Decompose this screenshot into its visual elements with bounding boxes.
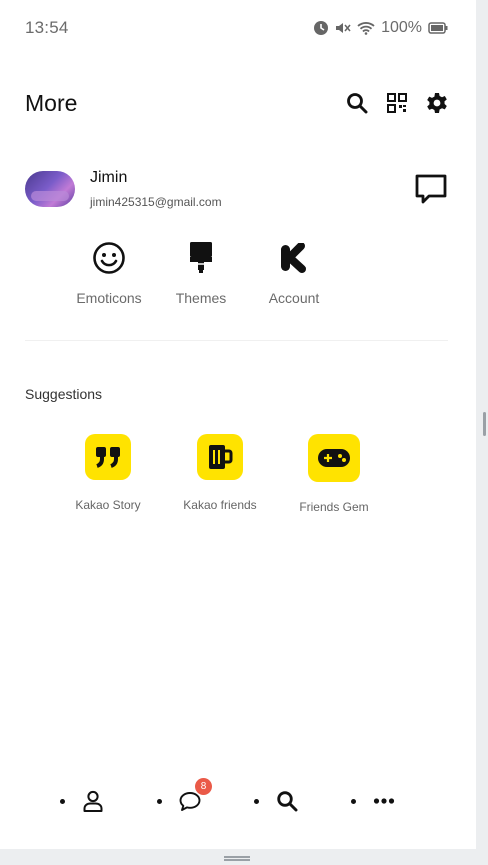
suggestion-label: Kakao friends (183, 498, 257, 512)
unread-badge: 8 (195, 778, 212, 795)
search-icon (275, 789, 299, 813)
suggestion-friends-gem[interactable]: Friends Gem (294, 434, 374, 514)
more-icon (372, 789, 396, 813)
status-time: 13:54 (25, 18, 69, 37)
suggestions-list: Kakao Story Kakao friends Friends Gem (70, 434, 374, 514)
profile-card[interactable]: Jimin jimin425315@gmail.com (25, 164, 448, 214)
chat-bubble-icon[interactable] (414, 172, 448, 206)
smiley-icon (89, 238, 129, 278)
quote-icon (85, 434, 131, 480)
status-icons: 100% (313, 19, 448, 37)
nav-dot (351, 798, 356, 804)
rail-handle[interactable] (483, 412, 486, 436)
gamepad-icon (308, 434, 360, 482)
mug-icon (197, 434, 243, 480)
nav-dot (254, 798, 259, 804)
bottom-bar (0, 849, 488, 865)
header: More (25, 86, 448, 120)
suggestion-label: Kakao Story (75, 498, 141, 512)
qr-code-icon[interactable] (386, 92, 408, 114)
quick-link-label: Themes (175, 290, 227, 306)
side-rail (476, 0, 488, 865)
nav-more[interactable] (351, 789, 448, 813)
page-title: More (25, 89, 78, 116)
suggestion-kakao-friends[interactable]: Kakao friends (146, 434, 294, 514)
suggestion-kakao-story[interactable]: Kakao Story (70, 434, 146, 514)
suggestions-title: Suggestions (25, 386, 103, 402)
header-actions (346, 92, 448, 114)
mute-icon (336, 23, 351, 33)
battery-percent: 100% (381, 19, 422, 36)
quick-link-emoticons[interactable]: Emoticons (60, 238, 158, 306)
drag-handle[interactable] (224, 856, 250, 861)
kakao-k-icon (274, 238, 314, 278)
quick-links: Emoticons Themes Account (60, 238, 344, 306)
nav-dot (60, 798, 65, 804)
quick-link-themes[interactable]: Themes (158, 238, 244, 306)
person-icon (81, 789, 105, 813)
divider (25, 340, 448, 341)
battery-icon (428, 22, 448, 34)
alarm-icon (314, 21, 329, 35)
suggestion-label: Friends Gem (299, 500, 369, 514)
status-bar: 13:54 100% (25, 16, 448, 40)
nav-profile[interactable] (60, 789, 157, 813)
quick-link-account[interactable]: Account (244, 238, 344, 306)
search-icon[interactable] (346, 92, 368, 114)
avatar[interactable] (25, 171, 75, 207)
bottom-nav: 8 (60, 778, 448, 816)
profile-name: Jimin (90, 169, 128, 186)
quick-link-label: Account (268, 290, 320, 306)
profile-info: Jimin jimin425315@gmail.com (90, 169, 222, 209)
wifi-icon (357, 22, 375, 35)
quick-link-label: Emoticons (76, 290, 142, 306)
profile-email: jimin425315@gmail.com (90, 195, 222, 209)
nav-dot (157, 798, 162, 804)
brush-icon (181, 238, 221, 278)
chat-icon: 8 (178, 778, 212, 813)
nav-chats[interactable]: 8 (157, 778, 254, 813)
nav-search[interactable] (254, 789, 351, 813)
gear-icon[interactable] (426, 92, 448, 114)
